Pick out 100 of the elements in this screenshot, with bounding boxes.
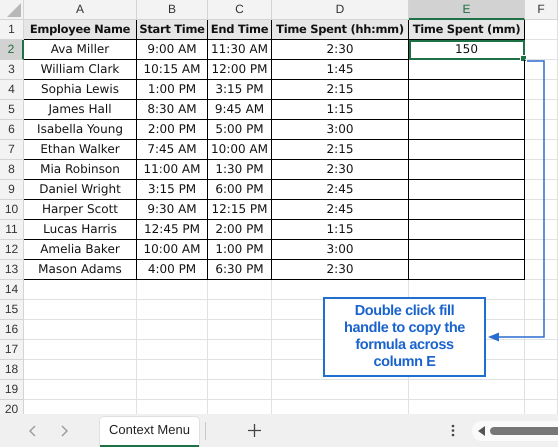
empty-cell bbox=[525, 260, 558, 280]
column-header[interactable]: B bbox=[137, 0, 208, 20]
empty-cell bbox=[137, 340, 208, 360]
horizontal-scrollbar[interactable] bbox=[472, 420, 558, 440]
table-cell: 2:15 bbox=[272, 140, 409, 160]
header-cell: End Time bbox=[208, 20, 272, 40]
callout-note: Double click fill handle to copy the formula across column E bbox=[323, 297, 486, 377]
row-header[interactable]: 3 bbox=[0, 60, 24, 80]
empty-cell bbox=[137, 300, 208, 320]
empty-cell bbox=[525, 360, 558, 380]
row-header[interactable]: 14 bbox=[0, 280, 24, 300]
scroll-left-icon[interactable] bbox=[478, 426, 486, 436]
empty-cell bbox=[525, 120, 558, 140]
row-header[interactable]: 2 bbox=[0, 40, 24, 60]
table-cell: Sophia Lewis bbox=[24, 80, 137, 100]
row-header[interactable]: 6 bbox=[0, 120, 24, 140]
column-header[interactable]: A bbox=[24, 0, 137, 20]
table-cell: 6:30 PM bbox=[208, 260, 272, 280]
fill-handle[interactable] bbox=[520, 55, 527, 62]
table-cell: 1:00 PM bbox=[208, 240, 272, 260]
table-cell: 2:30 bbox=[272, 260, 409, 280]
table-cell: 2:45 bbox=[272, 200, 409, 220]
table-cell: 2:30 bbox=[272, 40, 409, 60]
table-cell: 8:30 AM bbox=[137, 100, 208, 120]
table-cell: 10:15 AM bbox=[137, 60, 208, 80]
row-header[interactable]: 4 bbox=[0, 80, 24, 100]
table-cell: 12:45 PM bbox=[137, 220, 208, 240]
row-header[interactable]: 13 bbox=[0, 260, 24, 280]
table-cell: Harper Scott bbox=[24, 200, 137, 220]
column-header[interactable]: C bbox=[208, 0, 272, 20]
row-header[interactable]: 9 bbox=[0, 180, 24, 200]
row-header[interactable]: 11 bbox=[0, 220, 24, 240]
column-header[interactable]: F bbox=[525, 0, 558, 20]
table-cell: 9:30 AM bbox=[137, 200, 208, 220]
table-cell: 9:00 AM bbox=[137, 40, 208, 60]
add-sheet-icon[interactable] bbox=[248, 424, 261, 437]
table-cell: 5:00 PM bbox=[208, 120, 272, 140]
table-cell: 7:45 AM bbox=[137, 140, 208, 160]
table-cell: Amelia Baker bbox=[24, 240, 137, 260]
table-cell: Isabella Young bbox=[24, 120, 137, 140]
table-cell: 3:15 PM bbox=[208, 80, 272, 100]
table-cell: 1:30 PM bbox=[208, 160, 272, 180]
table-cell: 3:15 PM bbox=[137, 180, 208, 200]
row-header[interactable]: 5 bbox=[0, 100, 24, 120]
header-cell: Employee Name bbox=[24, 20, 137, 40]
empty-cell bbox=[525, 160, 558, 180]
table-cell: Daniel Wright bbox=[24, 180, 137, 200]
row-header[interactable]: 15 bbox=[0, 300, 24, 320]
row-header[interactable]: 12 bbox=[0, 240, 24, 260]
table-cell: Ethan Walker bbox=[24, 140, 137, 160]
row-header[interactable]: 17 bbox=[0, 340, 24, 360]
table-cell: 1:00 PM bbox=[137, 80, 208, 100]
empty-cell bbox=[525, 220, 558, 240]
row-header[interactable]: 8 bbox=[0, 160, 24, 180]
table-cell: 2:30 bbox=[272, 160, 409, 180]
column-header[interactable]: D bbox=[272, 0, 409, 20]
empty-cell bbox=[525, 380, 558, 400]
row-header[interactable]: 7 bbox=[0, 140, 24, 160]
empty-cell bbox=[137, 380, 208, 400]
empty-cell bbox=[525, 300, 558, 320]
row-header[interactable]: 1 bbox=[0, 20, 24, 40]
row-header[interactable]: 19 bbox=[0, 380, 24, 400]
row-header[interactable]: 16 bbox=[0, 320, 24, 340]
empty-cell bbox=[525, 80, 558, 100]
sheet-tab[interactable]: Context Menu bbox=[100, 417, 199, 447]
table-cell: 2:00 PM bbox=[137, 120, 208, 140]
table-cell: 150 bbox=[409, 40, 525, 60]
table-cell: James Hall bbox=[24, 100, 137, 120]
table-cell: 9:45 AM bbox=[208, 100, 272, 120]
table-cell: Mason Adams bbox=[24, 260, 137, 280]
table-cell: 2:00 PM bbox=[208, 220, 272, 240]
empty-cell bbox=[525, 240, 558, 260]
empty-cell bbox=[137, 320, 208, 340]
table-cell: Mia Robinson bbox=[24, 160, 137, 180]
empty-cell bbox=[208, 280, 272, 300]
table-cell: 12:15 PM bbox=[208, 200, 272, 220]
table-cell: 2:15 bbox=[272, 80, 409, 100]
empty-cell bbox=[525, 320, 558, 340]
table-cell: 11:00 AM bbox=[137, 160, 208, 180]
empty-cell bbox=[137, 280, 208, 300]
table-cell: 3:00 bbox=[272, 120, 409, 140]
table-cell: 2:45 bbox=[272, 180, 409, 200]
more-options-icon[interactable] bbox=[451, 424, 455, 437]
empty-cell bbox=[208, 360, 272, 380]
table-cell: 10:00 AM bbox=[208, 140, 272, 160]
empty-cell bbox=[525, 280, 558, 300]
table-cell: 4:00 PM bbox=[137, 260, 208, 280]
table-cell: 3:00 bbox=[272, 240, 409, 260]
row-header[interactable]: 10 bbox=[0, 200, 24, 220]
table-cell: William Clark bbox=[24, 60, 137, 80]
row-header[interactable]: 20 bbox=[0, 400, 24, 414]
table-cell: 11:30 AM bbox=[208, 40, 272, 60]
empty-cell bbox=[525, 40, 558, 60]
row-header[interactable]: 18 bbox=[0, 360, 24, 380]
table-cell: 12:00 PM bbox=[208, 60, 272, 80]
table-cell: 1:15 bbox=[272, 220, 409, 240]
column-header[interactable]: E bbox=[409, 0, 525, 20]
table-cell: 6:00 PM bbox=[208, 180, 272, 200]
empty-cell bbox=[525, 340, 558, 360]
table-cell: 1:45 bbox=[272, 60, 409, 80]
